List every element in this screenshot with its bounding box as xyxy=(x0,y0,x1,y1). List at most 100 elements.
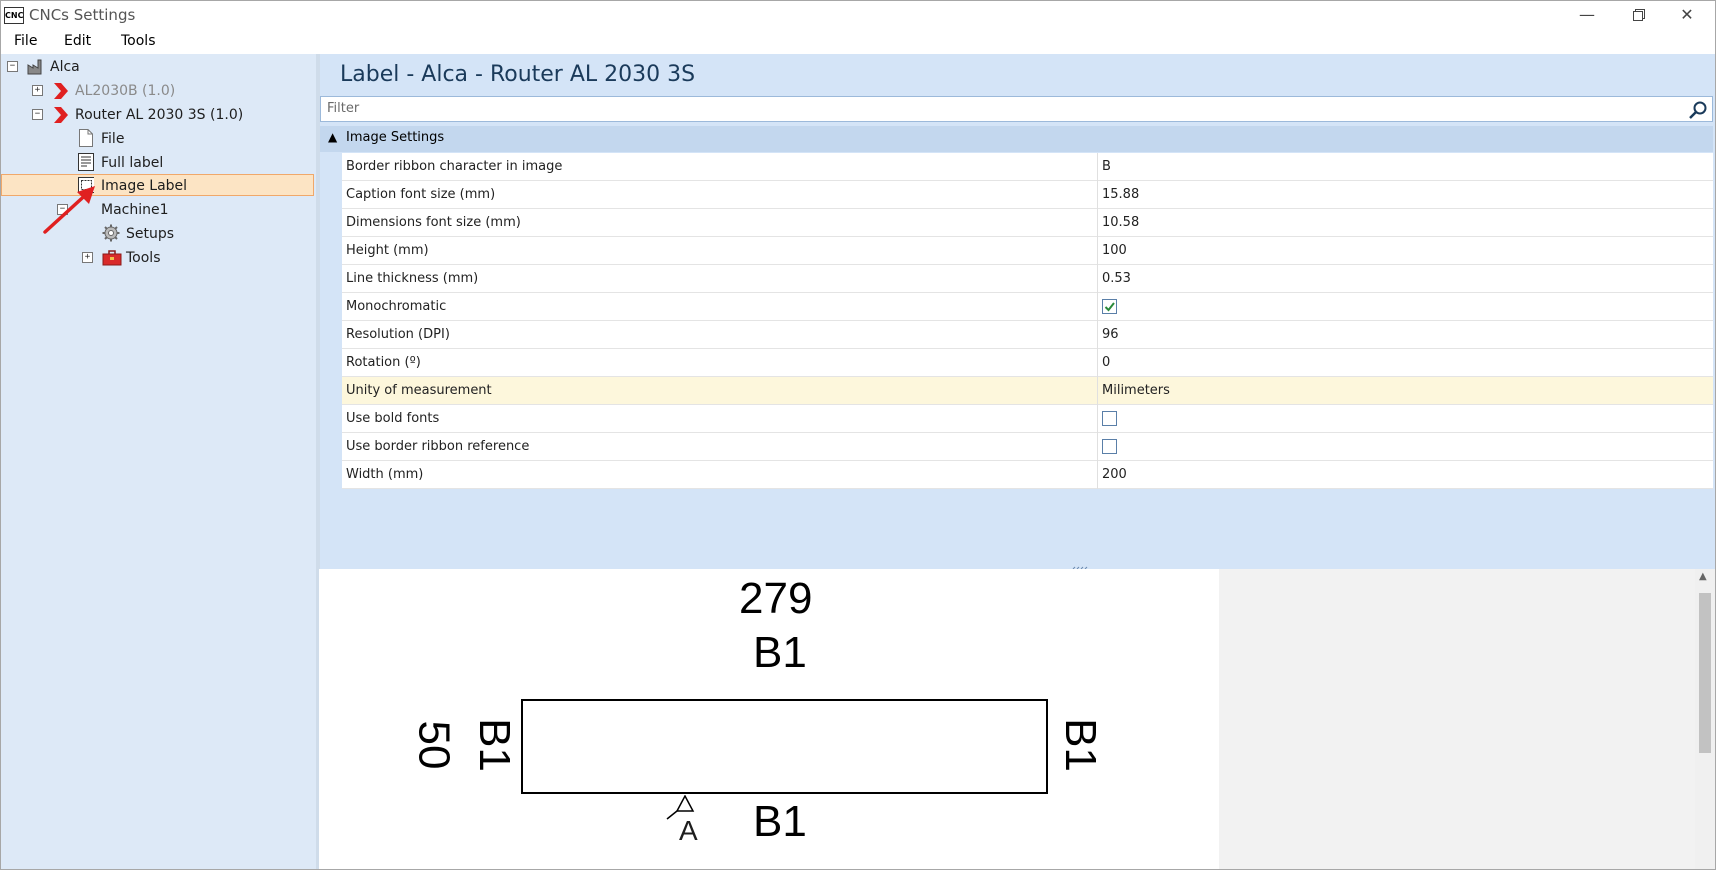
property-name: Use bold fonts xyxy=(346,411,440,426)
reference-marker-label: A xyxy=(679,815,698,846)
property-row[interactable]: Use bold fonts xyxy=(342,405,1713,433)
menu-file[interactable]: File xyxy=(14,33,37,49)
use-bold-fonts-checkbox[interactable] xyxy=(1102,411,1117,426)
minimize-icon[interactable]: — xyxy=(1559,1,1615,29)
tree-item-label: Router AL 2030 3S (1.0) xyxy=(75,107,244,123)
property-name: Use border ribbon reference xyxy=(346,439,530,454)
property-name: Dimensions font size (mm) xyxy=(346,215,521,230)
property-name: Caption font size (mm) xyxy=(346,187,496,202)
scrollbar-thumb[interactable] xyxy=(1699,593,1711,753)
tree-item-alca[interactable]: − Alca xyxy=(1,56,301,78)
search-icon[interactable] xyxy=(1688,100,1708,120)
tree-item-label: Alca xyxy=(50,59,80,75)
property-row[interactable]: Caption font size (mm) 15.88 xyxy=(342,181,1713,209)
label-sheet-icon xyxy=(78,153,94,171)
property-row[interactable]: Border ribbon character in image B xyxy=(342,153,1713,181)
property-value-cell[interactable]: Milimeters xyxy=(1097,377,1713,405)
collapse-icon[interactable]: − xyxy=(32,109,43,120)
chevron-up-icon[interactable]: ▲ xyxy=(328,130,337,144)
properties-panel: Label - Alca - Router AL 2030 3S Filter … xyxy=(320,54,1715,569)
panel-outline xyxy=(521,699,1048,794)
collapse-icon[interactable]: − xyxy=(7,61,18,72)
tree-item-label: Setups xyxy=(126,226,175,242)
property-row[interactable]: Rotation (º) 0 xyxy=(342,349,1713,377)
filter-placeholder: Filter xyxy=(327,101,360,116)
property-row[interactable]: Use border ribbon reference xyxy=(342,433,1713,461)
property-row[interactable]: Unity of measurement Milimeters xyxy=(342,377,1713,405)
tree-item-full-label[interactable]: Full label xyxy=(1,152,301,174)
tree-item-al2030b[interactable]: + AL2030B (1.0) xyxy=(1,80,301,102)
machine-chevron-icon xyxy=(54,107,68,123)
toolbox-icon xyxy=(102,250,122,266)
property-row[interactable]: Width (mm) 200 xyxy=(342,461,1713,489)
menu-tools[interactable]: Tools xyxy=(121,33,156,49)
property-value-cell[interactable]: B xyxy=(1097,153,1713,181)
property-value-cell[interactable]: 0 xyxy=(1097,349,1713,377)
left-ribbon-label: B1 xyxy=(469,718,519,772)
property-value-cell[interactable]: 0.53 xyxy=(1097,265,1713,293)
annotation-arrow-icon xyxy=(43,186,95,234)
category-image-settings[interactable]: ▲ Image Settings xyxy=(320,126,1713,152)
tree-item-label: Full label xyxy=(101,155,164,171)
property-value-cell[interactable]: 96 xyxy=(1097,321,1713,349)
property-row[interactable]: Height (mm) 100 xyxy=(342,237,1713,265)
monochromatic-checkbox[interactable] xyxy=(1102,299,1117,314)
property-name: Monochromatic xyxy=(346,299,447,314)
label-image-canvas: 279 B1 B1 50 B1 B1 A xyxy=(319,569,1219,869)
expand-icon[interactable]: + xyxy=(82,252,93,263)
property-row[interactable]: Dimensions font size (mm) 10.58 xyxy=(342,209,1713,237)
menu-edit[interactable]: Edit xyxy=(64,33,91,49)
use-border-ribbon-reference-checkbox[interactable] xyxy=(1102,439,1117,454)
tree-item-label: Image Label xyxy=(101,178,188,194)
property-value: 15.88 xyxy=(1102,187,1140,202)
property-name: Width (mm) xyxy=(346,467,424,482)
property-value-cell[interactable]: 10.58 xyxy=(1097,209,1713,237)
preview-scrollbar[interactable]: ▲ xyxy=(1695,569,1715,869)
property-value: 100 xyxy=(1102,243,1127,258)
property-name: Resolution (DPI) xyxy=(346,327,450,342)
property-name: Height (mm) xyxy=(346,243,429,258)
scroll-up-icon[interactable]: ▲ xyxy=(1699,571,1707,582)
gear-icon xyxy=(102,224,120,242)
length-dimension: 279 xyxy=(739,574,813,623)
property-value-cell[interactable] xyxy=(1097,293,1713,321)
top-ribbon-label: B1 xyxy=(753,628,807,677)
close-icon[interactable]: ✕ xyxy=(1659,1,1715,29)
property-name: Line thickness (mm) xyxy=(346,271,479,286)
property-value: 0 xyxy=(1102,355,1111,370)
tree-item-label: Tools xyxy=(126,250,161,266)
property-value-cell[interactable]: 200 xyxy=(1097,461,1713,489)
bottom-ribbon-label: B1 xyxy=(753,797,807,846)
page-title: Label - Alca - Router AL 2030 3S xyxy=(340,62,696,87)
category-label: Image Settings xyxy=(346,130,445,145)
filter-input[interactable]: Filter xyxy=(320,96,1713,122)
tree-item-label: File xyxy=(101,131,125,147)
tree-item-router[interactable]: − Router AL 2030 3S (1.0) xyxy=(1,104,301,126)
property-name: Rotation (º) xyxy=(346,355,421,370)
app-window: CNC CNCs Settings — ✕ File Edit Tools − … xyxy=(0,0,1716,870)
checkmark-icon xyxy=(1104,302,1115,312)
property-row[interactable]: Line thickness (mm) 0.53 xyxy=(342,265,1713,293)
property-value-cell[interactable]: 100 xyxy=(1097,237,1713,265)
property-value: 0.53 xyxy=(1102,271,1131,286)
tree-item-label: AL2030B (1.0) xyxy=(75,83,176,99)
title-bar: CNC CNCs Settings — ✕ xyxy=(1,1,1715,29)
property-row[interactable]: Resolution (DPI) 96 xyxy=(342,321,1713,349)
property-value-cell[interactable]: 15.88 xyxy=(1097,181,1713,209)
property-value-cell[interactable] xyxy=(1097,433,1713,461)
property-name: Unity of measurement xyxy=(346,383,492,398)
tree-item-tools[interactable]: + Tools xyxy=(1,247,301,269)
tree-item-label: Machine1 xyxy=(101,202,169,218)
property-name: Border ribbon character in image xyxy=(346,159,563,174)
window-title: CNCs Settings xyxy=(29,6,136,24)
expand-icon[interactable]: + xyxy=(32,85,43,96)
app-icon: CNC xyxy=(4,7,24,24)
right-ribbon-label: B1 xyxy=(1055,718,1105,772)
property-value-cell[interactable] xyxy=(1097,405,1713,433)
property-value: 96 xyxy=(1102,327,1119,342)
tree-item-file[interactable]: File xyxy=(1,128,301,150)
property-row[interactable]: Monochromatic xyxy=(342,293,1713,321)
settings-tree: − Alca + AL2030B (1.0) − Router AL 2030 … xyxy=(1,54,316,869)
factory-icon xyxy=(27,59,42,75)
machine-chevron-icon xyxy=(54,83,68,99)
